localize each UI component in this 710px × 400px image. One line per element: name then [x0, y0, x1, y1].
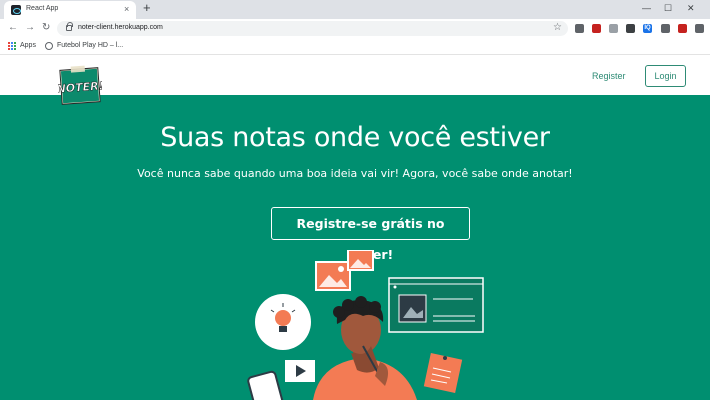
browser-tab-strip: React App × + — ☐ ✕ — [0, 0, 710, 19]
bookmark-apps[interactable]: Apps — [20, 42, 36, 49]
browser-window-icon — [388, 277, 484, 333]
bookmarks-bar: Apps Futebol Play HD – l... — [0, 38, 710, 55]
play-video-icon — [285, 360, 315, 382]
login-button[interactable]: Login — [645, 65, 686, 87]
apps-grid-icon[interactable] — [8, 42, 16, 50]
tool-ext-icon[interactable] — [626, 24, 635, 33]
check-ext-icon[interactable] — [661, 24, 670, 33]
bookmark-futebol[interactable]: Futebol Play HD – l... — [57, 42, 123, 49]
phone-icon — [247, 370, 285, 400]
pdf-ext-icon[interactable] — [592, 24, 601, 33]
record-ext-icon[interactable] — [678, 24, 687, 33]
minimize-icon[interactable]: — — [642, 3, 651, 13]
maximize-icon[interactable]: ☐ — [664, 3, 672, 13]
new-tab-button[interactable]: + — [143, 1, 151, 15]
photo-card-icon — [315, 261, 351, 291]
window-close-icon[interactable]: ✕ — [687, 3, 695, 13]
tab-close-icon[interactable]: × — [124, 4, 129, 14]
back-icon[interactable]: ← — [8, 21, 18, 35]
browser-toolbar: ← → ↻ noter-client.herokuapp.com ☆ — [0, 19, 710, 38]
iq-ext-icon[interactable]: IQ — [643, 24, 652, 33]
puzzle-ext-icon[interactable] — [695, 24, 704, 33]
globe-ext-icon[interactable] — [575, 24, 584, 33]
register-link[interactable]: Register — [592, 71, 626, 81]
react-favicon-icon — [11, 5, 21, 15]
url-text: noter-client.herokuapp.com — [78, 24, 163, 31]
register-free-button[interactable]: Registre-se grátis no Noter! — [271, 207, 470, 262]
lightbulb-icon — [255, 294, 311, 350]
bookmark-star-icon[interactable]: ☆ — [553, 21, 562, 35]
forward-icon[interactable]: → — [25, 21, 35, 35]
hero-subtitle: Você nunca sabe quando uma boa ideia vai… — [137, 167, 573, 180]
sticky-note-icon — [423, 353, 463, 393]
address-bar[interactable]: noter-client.herokuapp.com ☆ — [57, 21, 568, 36]
globe-icon — [45, 42, 53, 50]
hero-section: Suas notas onde você estiver Você nunca … — [0, 95, 710, 400]
tab-title: React App — [26, 5, 59, 12]
browser-tab[interactable]: React App × — [4, 1, 136, 19]
photo-card-icon — [347, 250, 374, 271]
hero-title: Suas notas onde você estiver — [160, 122, 550, 153]
site-header: NOTER! Register Login — [0, 56, 710, 105]
lock-icon — [66, 22, 73, 31]
noter-logo[interactable]: NOTER! — [58, 65, 102, 107]
hero-illustration — [247, 250, 484, 400]
reload-icon[interactable]: ↻ — [42, 21, 50, 35]
grid-ext-icon[interactable] — [609, 24, 618, 33]
